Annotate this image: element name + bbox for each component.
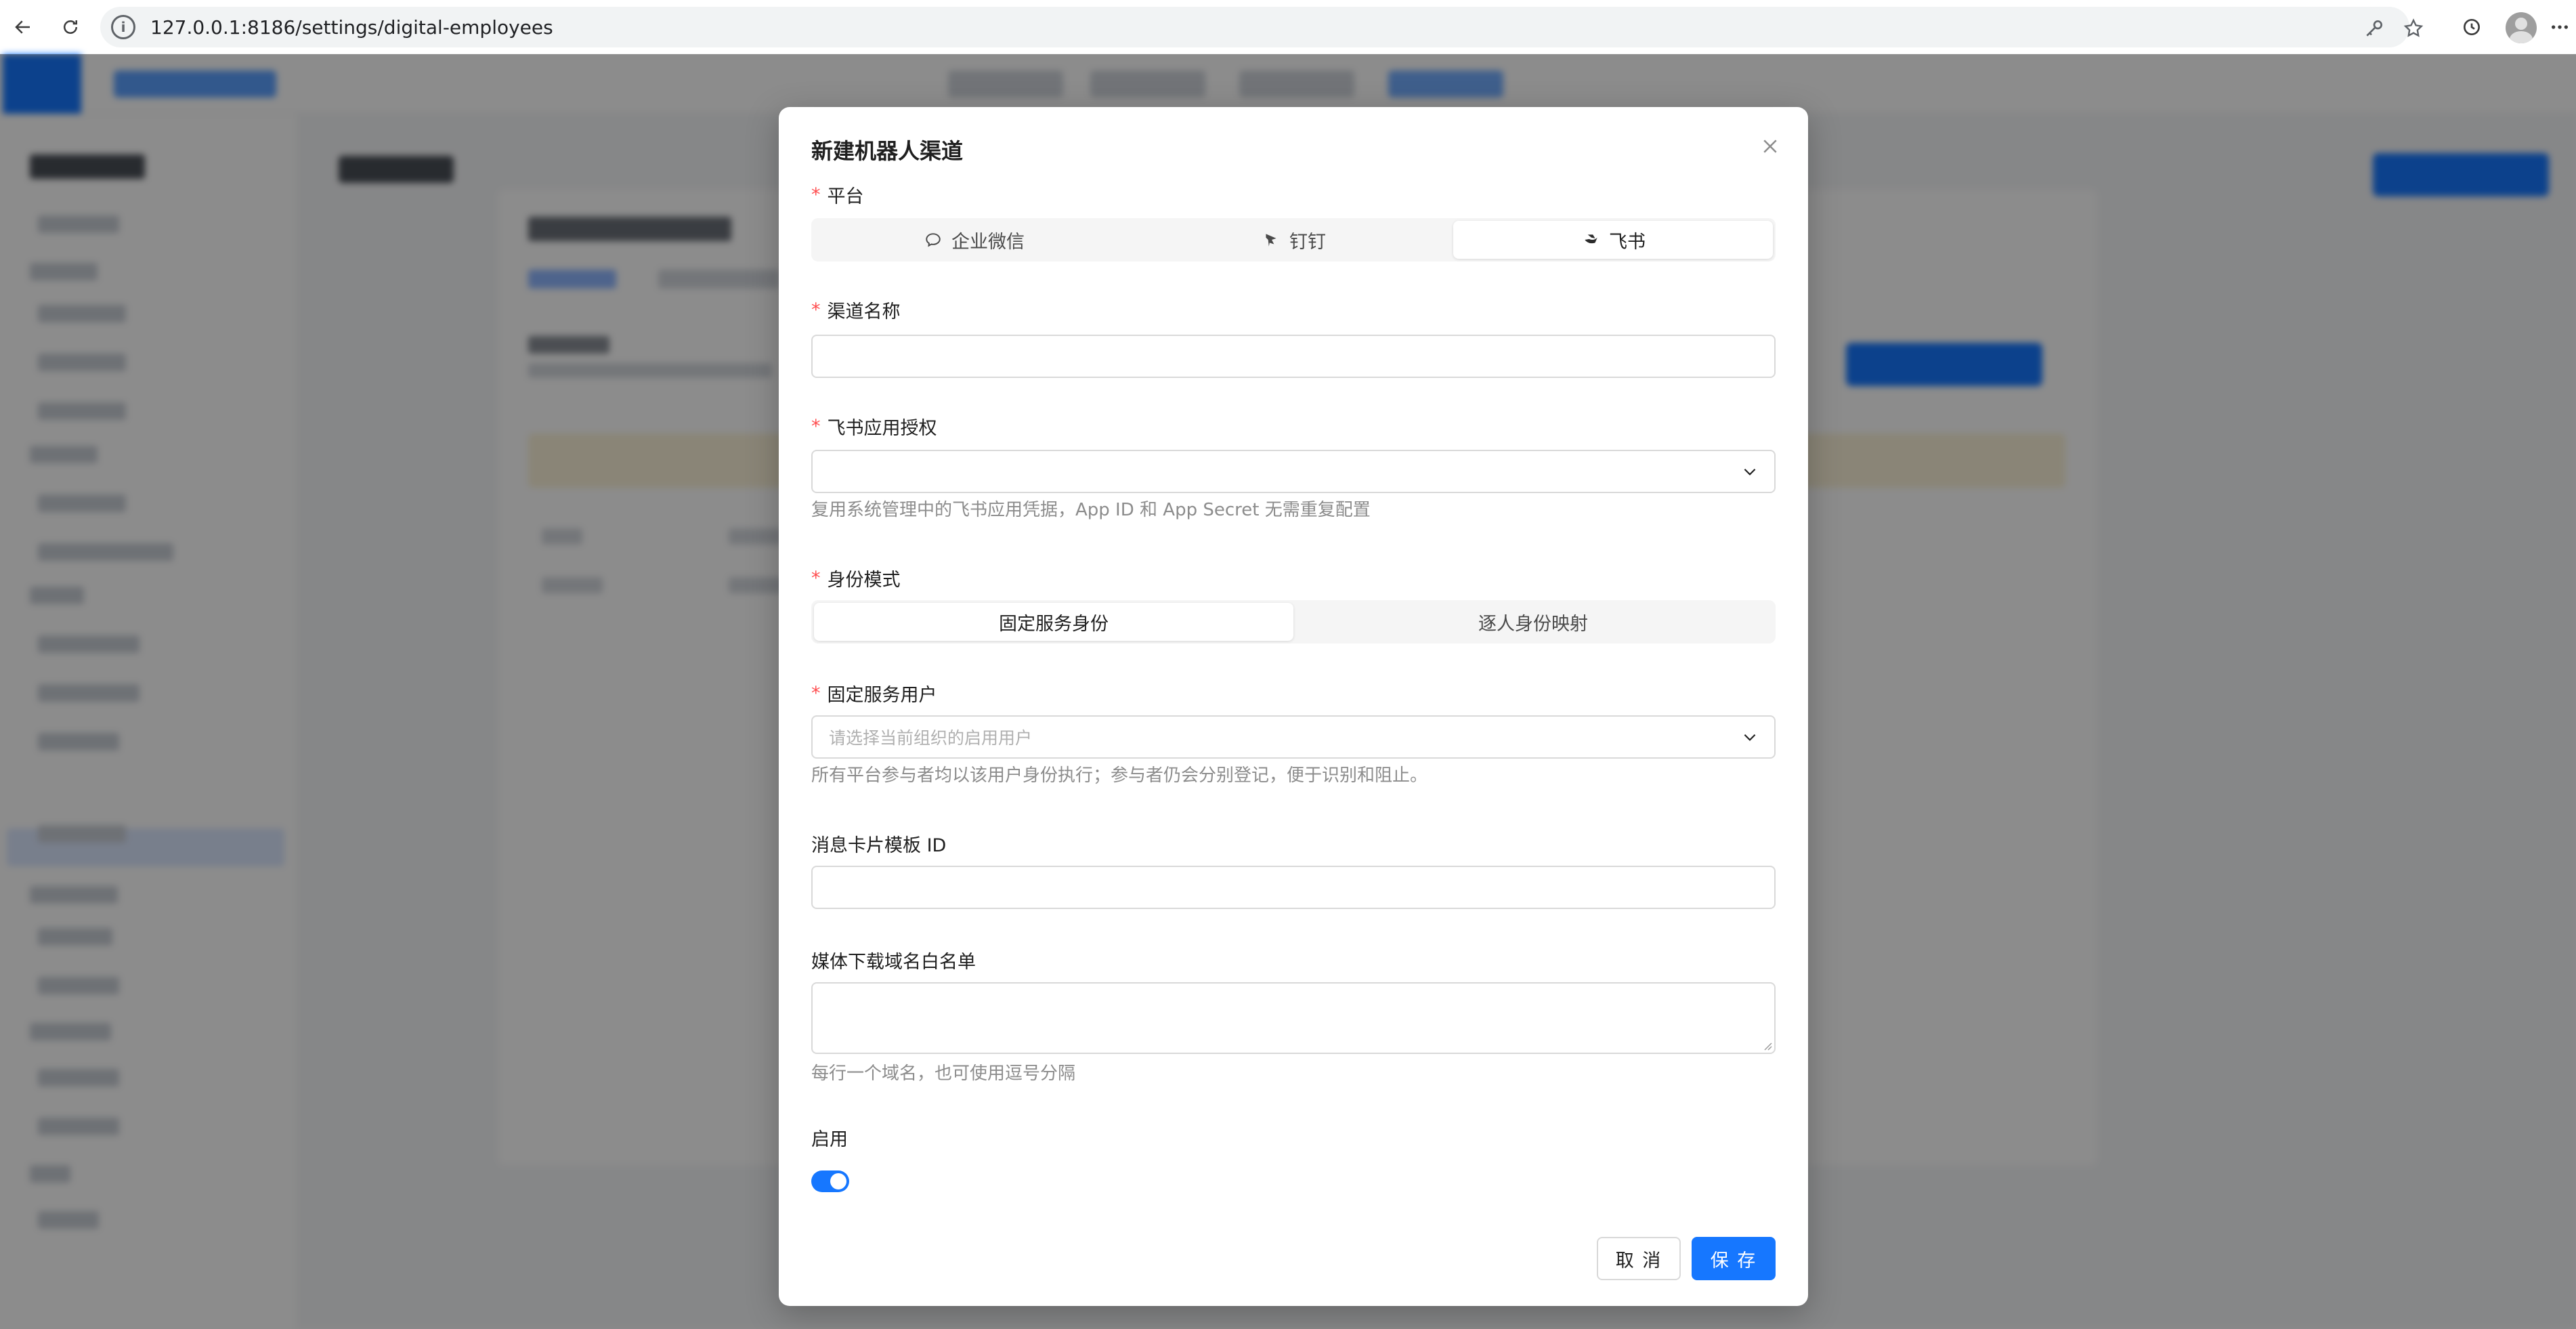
history-icon[interactable] xyxy=(2457,12,2487,42)
service-user-select[interactable]: 请选择当前组织的启用用户 xyxy=(811,715,1776,759)
platform-segmented: 企业微信 钉钉 飞书 xyxy=(811,218,1776,261)
card-template-label-text: 消息卡片模板 ID xyxy=(811,835,947,856)
identity-option-fixed[interactable]: 固定服务身份 xyxy=(814,603,1293,641)
platform-option-wecom[interactable]: 企业微信 xyxy=(814,221,1134,259)
chevron-down-icon xyxy=(1739,726,1761,748)
identity-mode-segmented: 固定服务身份 逐人身份映射 xyxy=(811,600,1776,644)
dialog-title: 新建机器人渠道 xyxy=(811,138,964,164)
media-whitelist-label-text: 媒体下载域名白名单 xyxy=(811,952,976,973)
app-auth-help: 复用系统管理中的飞书应用凭据，App ID 和 App Secret 无需重复配… xyxy=(811,500,1371,520)
enabled-toggle[interactable] xyxy=(811,1170,849,1192)
identity-option-per-user[interactable]: 逐人身份映射 xyxy=(1293,603,1773,641)
cancel-button[interactable]: 取 消 xyxy=(1597,1237,1681,1280)
app-auth-label: * 飞书应用授权 xyxy=(811,413,937,440)
reload-icon[interactable] xyxy=(56,12,85,42)
platform-option-label: 企业微信 xyxy=(951,231,1025,253)
address-bar[interactable]: i 127.0.0.1:8186/settings/digital-employ… xyxy=(100,7,2424,47)
feishu-icon xyxy=(1581,230,1601,250)
browser-toolbar: i 127.0.0.1:8186/settings/digital-employ… xyxy=(0,0,2576,54)
required-mark: * xyxy=(811,683,821,704)
service-user-label-text: 固定服务用户 xyxy=(827,685,937,706)
close-icon[interactable] xyxy=(1755,131,1785,161)
app-auth-select[interactable] xyxy=(811,450,1776,493)
chevron-down-icon xyxy=(1739,461,1761,482)
required-mark: * xyxy=(811,184,821,205)
address-url[interactable]: 127.0.0.1:8186/settings/digital-employee… xyxy=(150,16,553,39)
platform-option-feishu[interactable]: 飞书 xyxy=(1453,221,1773,259)
channel-name-label-text: 渠道名称 xyxy=(827,301,901,322)
back-icon[interactable] xyxy=(8,12,38,42)
card-template-input[interactable] xyxy=(811,866,1776,909)
identity-mode-label-text: 身份模式 xyxy=(827,570,901,591)
dingtalk-icon xyxy=(1261,230,1281,250)
service-user-placeholder: 请选择当前组织的启用用户 xyxy=(829,728,1033,748)
key-icon[interactable] xyxy=(2362,16,2386,41)
required-mark: * xyxy=(811,299,821,320)
save-button[interactable]: 保 存 xyxy=(1692,1237,1776,1280)
media-whitelist-label: 媒体下载域名白名单 xyxy=(811,947,976,973)
platform-option-label: 飞书 xyxy=(1609,231,1646,253)
app-auth-label-text: 飞书应用授权 xyxy=(827,418,937,439)
platform-option-label: 钉钉 xyxy=(1289,231,1326,253)
card-template-label: 消息卡片模板 ID xyxy=(811,830,946,857)
media-whitelist-wrapper xyxy=(779,982,1808,1054)
media-whitelist-textarea[interactable] xyxy=(811,982,1776,1054)
platform-label: * 平台 xyxy=(811,182,864,208)
media-whitelist-help: 每行一个域名，也可使用逗号分隔 xyxy=(811,1063,1076,1084)
enabled-label: 启用 xyxy=(811,1124,848,1151)
required-mark: * xyxy=(811,416,821,437)
channel-name-label: * 渠道名称 xyxy=(811,297,901,323)
identity-mode-label: * 身份模式 xyxy=(811,565,901,591)
channel-name-input[interactable] xyxy=(811,335,1776,378)
service-user-help: 所有平台参与者均以该用户身份执行；参与者仍会分别登记，便于识别和阻止。 xyxy=(811,765,1428,786)
profile-avatar[interactable] xyxy=(2506,12,2537,43)
new-robot-channel-dialog: 新建机器人渠道 * 平台 企业微信 钉钉 飞书 * 渠道名称 * 飞书应用授权 … xyxy=(779,107,1808,1306)
wecom-icon xyxy=(923,230,943,250)
enabled-label-text: 启用 xyxy=(811,1129,848,1150)
resize-grip-icon[interactable] xyxy=(1762,1040,1773,1051)
site-info-icon[interactable]: i xyxy=(111,15,135,39)
service-user-label: * 固定服务用户 xyxy=(811,680,937,706)
platform-label-text: 平台 xyxy=(827,186,864,207)
required-mark: * xyxy=(811,568,821,589)
platform-option-dingtalk[interactable]: 钉钉 xyxy=(1134,221,1453,259)
more-menu-icon[interactable] xyxy=(2545,12,2575,42)
toggle-knob xyxy=(830,1173,846,1189)
bookmark-star-icon[interactable] xyxy=(2401,16,2426,41)
